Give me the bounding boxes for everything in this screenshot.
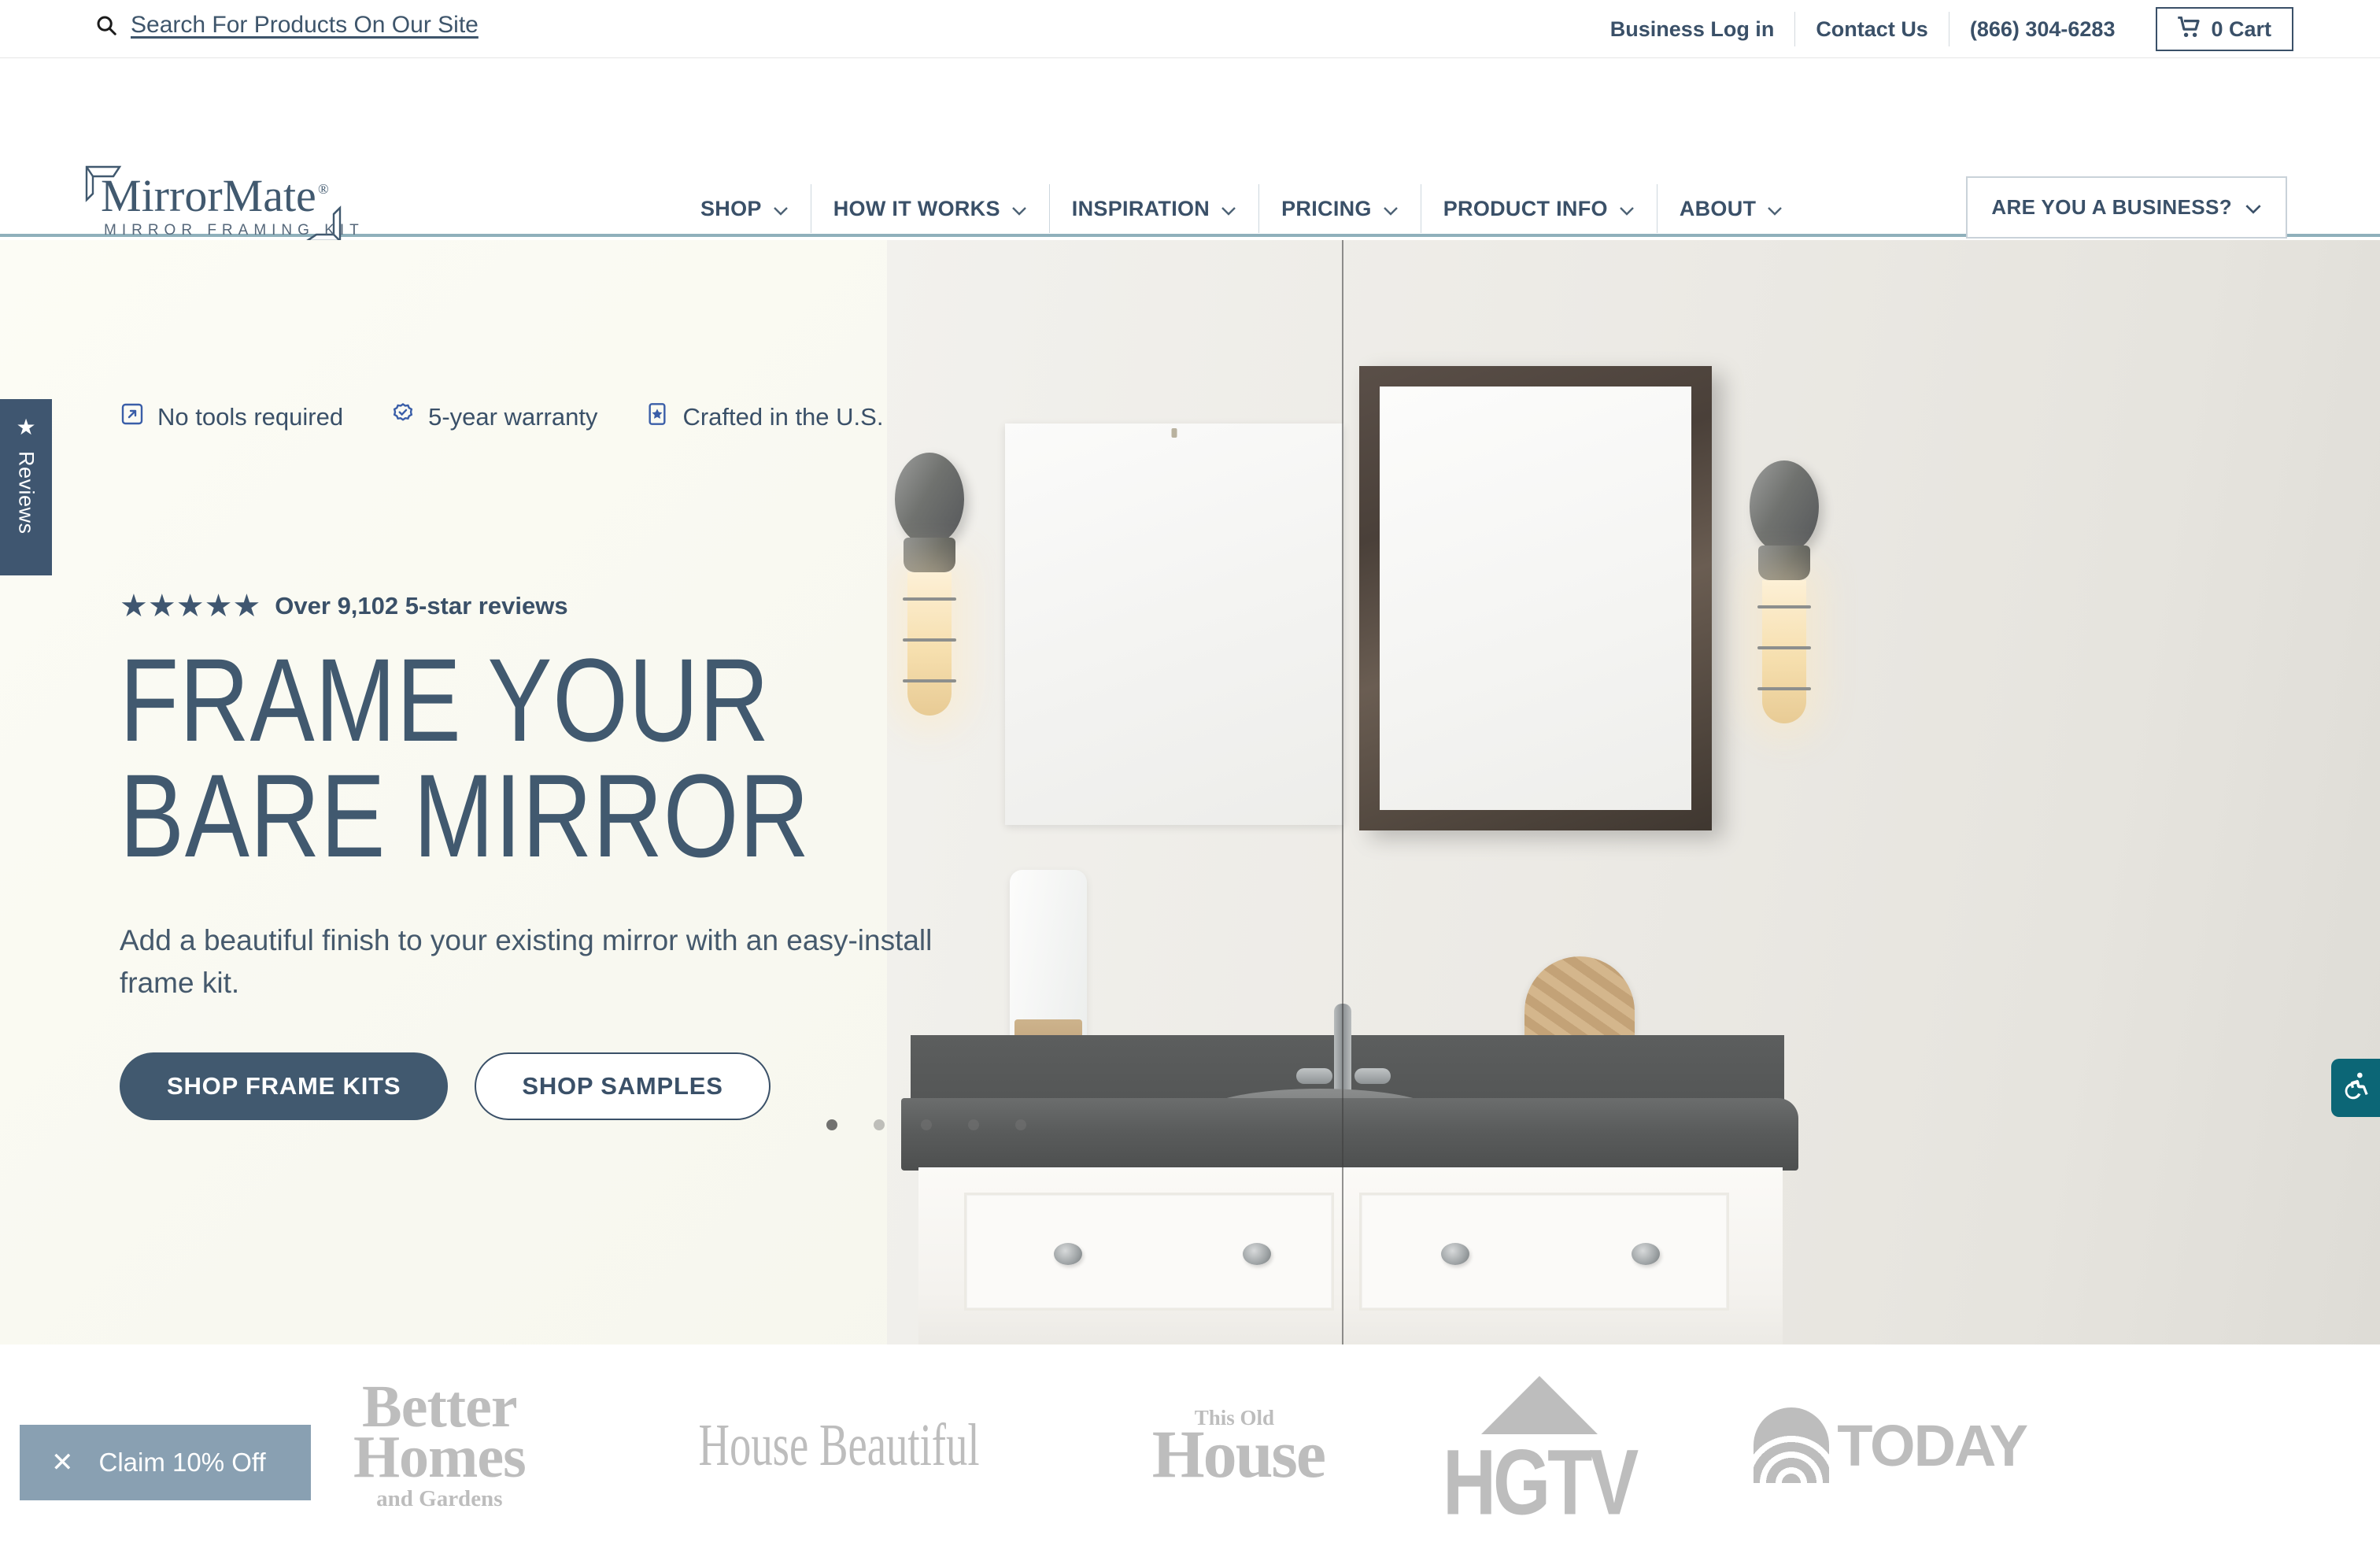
star-icon: ★ [16, 415, 36, 439]
nav-label: HOW IT WORKS [833, 196, 1000, 220]
feature-label: No tools required [157, 403, 344, 431]
headline-line-2: BARE MIRROR [120, 749, 810, 882]
carousel-dot[interactable] [826, 1119, 837, 1130]
carousel-dot[interactable] [874, 1119, 885, 1130]
framed-mirror-after [1359, 366, 1712, 830]
site-header: MirrorMate ® MIRROR FRAMING KIT SHOP HOW… [0, 58, 2380, 242]
search-icon [94, 13, 118, 37]
rainbow-arc-icon [1754, 1407, 1830, 1483]
wall-sconce-right [1743, 460, 1825, 723]
chevron-down-icon [2245, 195, 2262, 220]
vanity-cabinet [918, 1167, 1783, 1344]
hero-subhead: Add a beautiful finish to your existing … [120, 924, 933, 999]
cart-label: 0 Cart [2211, 17, 2271, 41]
business-button-label: ARE YOU A BUSINESS? [1991, 195, 2232, 219]
carousel-dots [826, 1119, 1026, 1130]
feature-crafted-in-the-us: Crafted in the U.S. [645, 401, 883, 433]
page-root: Search For Products On Our Site Business… [0, 0, 2380, 1546]
press-logo-this-old-house: This Old House [1151, 1407, 1326, 1492]
shop-samples-button[interactable]: SHOP SAMPLES [475, 1052, 771, 1121]
hero-cta-row: SHOP FRAME KITS SHOP SAMPLES [120, 1052, 1111, 1121]
rating-text: Over 9,102 5-star reviews [275, 592, 568, 620]
logo-text: TODAY [1837, 1412, 2028, 1478]
press-logo-hgtv: HGTV [1443, 1376, 1639, 1534]
carousel-dot[interactable] [1015, 1119, 1026, 1130]
are-you-a-business-button[interactable]: ARE YOU A BUSINESS? [1966, 176, 2287, 239]
reviews-side-tab[interactable]: ★ Reviews [0, 399, 52, 575]
nav-item-inspiration[interactable]: INSPIRATION [1050, 184, 1260, 233]
nav-label: INSPIRATION [1071, 196, 1210, 220]
page-title: FRAME YOUR BARE MIRROR [120, 641, 933, 882]
reviews-tab-label: Reviews [14, 451, 39, 534]
nav-item-pricing[interactable]: PRICING [1259, 184, 1421, 233]
hero-rating: ★★★★★ Over 9,102 5-star reviews [120, 590, 1111, 622]
press-logo-better-homes-and-gardens: Better Homes and Gardens [353, 1377, 527, 1511]
cart-button[interactable]: 0 Cart [2156, 7, 2293, 51]
headline-line-1: FRAME YOUR [120, 634, 771, 766]
contact-us-link[interactable]: Contact Us [1795, 8, 1949, 50]
svg-text:MirrorMate: MirrorMate [101, 170, 316, 221]
hero-section: No tools required 5-year warranty Crafte… [0, 240, 2380, 1344]
accessibility-wheelchair-icon [2340, 1071, 2371, 1106]
nav-item-product-info[interactable]: PRODUCT INFO [1421, 184, 1658, 233]
search-label: Search For Products On Our Site [131, 12, 479, 38]
phone-link[interactable]: (866) 304-6283 [1949, 8, 2136, 50]
business-login-link[interactable]: Business Log in [1590, 8, 1795, 50]
before-after-split-line [1342, 240, 1343, 1344]
logo-text: HGTV [1443, 1430, 1639, 1534]
utility-bar: Search For Products On Our Site Business… [0, 0, 2380, 58]
rating-stars: ★★★★★ [120, 589, 261, 623]
main-navigation: SHOP HOW IT WORKS INSPIRATION PRICING PR… [678, 184, 1805, 233]
star-badge-icon [645, 401, 670, 433]
chevron-down-icon [1011, 197, 1027, 221]
press-logo-house-beautiful: House Beautiful [698, 1411, 980, 1478]
svg-text:MIRROR FRAMING KIT: MIRROR FRAMING KIT [104, 222, 362, 239]
accessibility-widget-button[interactable] [2331, 1059, 2380, 1117]
hero-content: No tools required 5-year warranty Crafte… [120, 240, 1111, 1121]
chevron-down-icon [1383, 197, 1399, 221]
nav-item-shop[interactable]: SHOP [678, 184, 811, 233]
close-icon[interactable]: ✕ [51, 1449, 74, 1476]
badge-check-icon [390, 401, 416, 433]
press-logos-bar: Better Homes and Gardens House Beautiful… [0, 1344, 2380, 1546]
logo-line-3: and Gardens [376, 1485, 503, 1511]
nav-label: PRICING [1281, 196, 1372, 220]
nav-item-about[interactable]: ABOUT [1658, 184, 1805, 233]
utility-links: Business Log in Contact Us (866) 304-628… [1590, 7, 2293, 51]
nav-label: PRODUCT INFO [1443, 196, 1608, 220]
feature-no-tools-required: No tools required [120, 401, 343, 433]
mirror-glass [1380, 386, 1691, 810]
press-logo-today: TODAY [1754, 1407, 2028, 1483]
search-link[interactable]: Search For Products On Our Site [94, 12, 479, 39]
chevron-down-icon [773, 197, 789, 221]
feature-label: 5-year warranty [428, 403, 598, 431]
chevron-down-icon [1221, 197, 1236, 221]
nav-label: SHOP [700, 196, 762, 220]
feature-badges: No tools required 5-year warranty Crafte… [120, 401, 1111, 433]
carousel-dot[interactable] [921, 1119, 932, 1130]
house-roof-icon [1480, 1376, 1598, 1434]
feature-5-year-warranty: 5-year warranty [390, 401, 597, 433]
claim-discount-bar[interactable]: ✕ Claim 10% Off [20, 1425, 311, 1500]
promo-label: Claim 10% Off [98, 1448, 266, 1477]
shop-frame-kits-button[interactable]: SHOP FRAME KITS [120, 1052, 449, 1121]
shopping-cart-icon [2178, 16, 2201, 42]
svg-text:®: ® [318, 181, 329, 197]
nav-item-how-it-works[interactable]: HOW IT WORKS [811, 184, 1050, 233]
logo-line-2: Homes [353, 1423, 527, 1490]
nav-label: ABOUT [1679, 196, 1757, 220]
chevron-down-icon [1767, 197, 1783, 221]
chevron-down-icon [1619, 197, 1635, 221]
site-logo[interactable]: MirrorMate ® MIRROR FRAMING KIT [63, 159, 362, 247]
carousel-dot[interactable] [968, 1119, 979, 1130]
logo-line-2: House [1151, 1415, 1326, 1492]
expand-arrows-icon [120, 401, 145, 433]
feature-label: Crafted in the U.S. [682, 403, 884, 431]
